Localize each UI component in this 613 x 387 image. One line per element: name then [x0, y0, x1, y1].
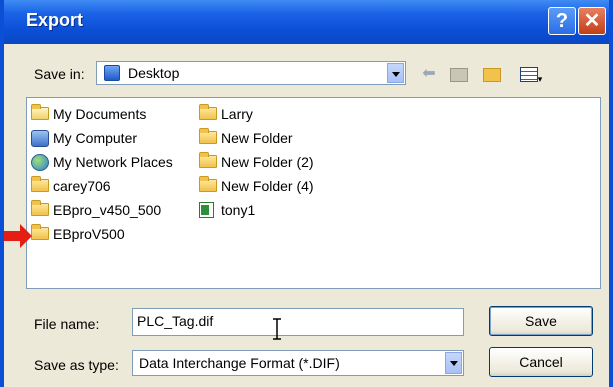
title-bar[interactable]: Export ? ✕	[4, 0, 609, 44]
list-item[interactable]: New Folder (4)	[199, 176, 314, 196]
folder-icon	[31, 200, 51, 218]
close-button[interactable]: ✕	[578, 7, 606, 35]
text-cursor-icon	[273, 318, 281, 340]
folder-icon	[199, 176, 219, 194]
list-item[interactable]: New Folder (2)	[199, 152, 314, 172]
list-item[interactable]: Larry	[199, 104, 253, 124]
list-item[interactable]: My Documents	[31, 104, 146, 124]
help-button[interactable]: ?	[548, 7, 576, 35]
chevron-down-icon[interactable]	[387, 63, 404, 83]
folder-icon	[31, 176, 51, 194]
save-in-value: Desktop	[128, 65, 180, 81]
back-icon[interactable]: ⬅	[418, 64, 440, 84]
save-as-type-label: Save as type:	[34, 357, 119, 373]
pointer-arrow-icon	[20, 224, 32, 248]
excel-file-icon	[199, 202, 219, 218]
chevron-down-icon[interactable]	[445, 352, 462, 374]
export-dialog: Export ? ✕ Save in: Desktop ⬅ ▾ My Docum…	[0, 0, 613, 387]
list-item[interactable]: New Folder	[199, 128, 293, 148]
list-item[interactable]: carey706	[31, 176, 111, 196]
up-folder-icon[interactable]	[448, 64, 470, 84]
folder-icon	[199, 104, 219, 122]
save-as-type-value: Data Interchange Format (*.DIF)	[139, 355, 340, 371]
dialog-title: Export	[26, 10, 84, 30]
file-name-input[interactable]: PLC_Tag.dif	[132, 308, 464, 336]
cancel-button[interactable]: Cancel	[489, 347, 593, 377]
my-computer-icon	[31, 130, 51, 147]
new-folder-icon[interactable]	[481, 64, 503, 84]
desktop-icon	[104, 65, 120, 81]
folder-icon	[199, 128, 219, 146]
network-places-icon	[31, 154, 51, 171]
views-menu-icon[interactable]: ▾	[514, 64, 548, 84]
list-item[interactable]: My Network Places	[31, 152, 173, 172]
file-name-label: File name:	[34, 316, 100, 332]
list-item[interactable]: tony1	[199, 200, 255, 220]
my-documents-icon	[31, 104, 51, 122]
folder-icon	[31, 224, 51, 242]
save-button[interactable]: Save	[489, 306, 593, 336]
list-item[interactable]: My Computer	[31, 128, 137, 148]
folder-icon	[199, 152, 219, 170]
save-in-dropdown[interactable]: Desktop	[96, 61, 406, 85]
save-as-type-dropdown[interactable]: Data Interchange Format (*.DIF)	[132, 350, 464, 376]
list-item[interactable]: EBpro_v450_500	[31, 200, 161, 220]
save-in-label: Save in:	[34, 66, 85, 82]
file-list[interactable]: My Documents My Computer My Network Plac…	[26, 97, 601, 289]
list-item[interactable]: EBproV500	[31, 224, 125, 244]
